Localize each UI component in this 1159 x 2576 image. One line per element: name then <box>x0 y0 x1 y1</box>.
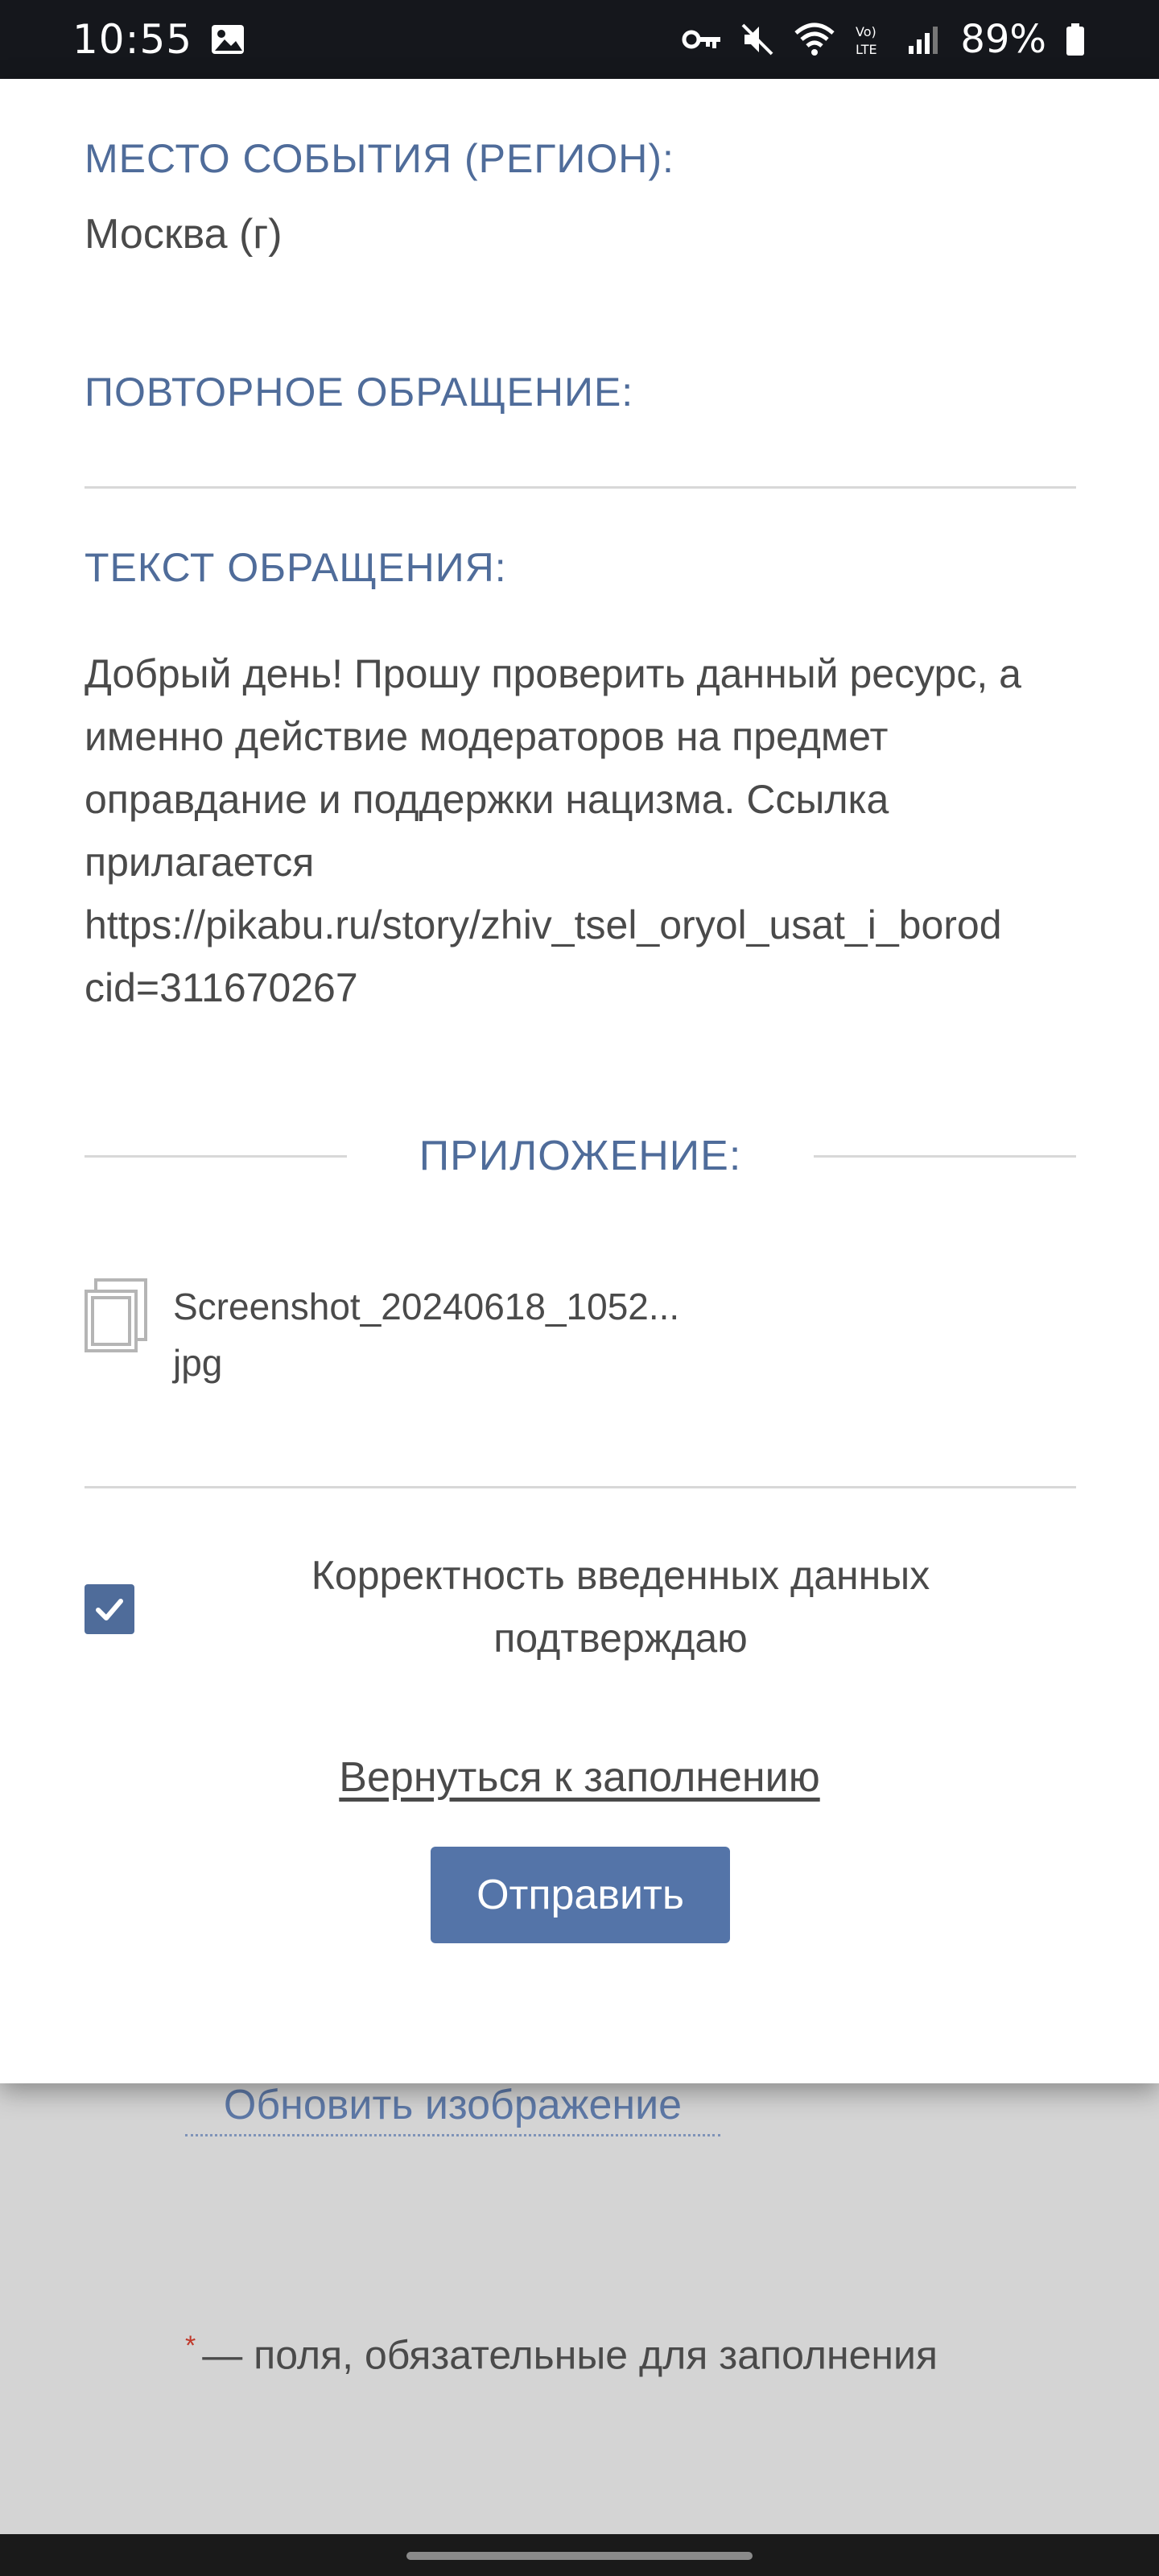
submit-button[interactable]: Отправить <box>431 1847 730 1943</box>
battery-icon <box>1064 22 1087 57</box>
checkmark-icon <box>96 1599 123 1620</box>
attachment-file[interactable]: Screenshot_20240618_1052... jpg <box>85 1278 679 1391</box>
appeal-text-line: https://pikabu.ru/story/zhiv_tsel_oryol_… <box>85 902 1002 947</box>
attachment-divider-left <box>85 1154 347 1158</box>
confirm-label-line: Корректность введенных данных <box>311 1553 930 1598</box>
appeal-text-line: прилагается <box>85 840 315 885</box>
confirm-label: Корректность введенных данных подтвержда… <box>165 1544 1076 1670</box>
confirm-label-line: подтверждаю <box>493 1616 748 1661</box>
appeal-confirmation-modal: МЕСТО СОБЫТИЯ (РЕГИОН): Москва (г) ПОВТО… <box>0 79 1159 2083</box>
attachment-divider-right <box>814 1154 1076 1158</box>
required-star: * <box>185 2330 196 2361</box>
appeal-text: Добрый день! Прошу проверить данный ресу… <box>85 642 1076 1019</box>
appeal-text-line: оправдание и поддержки нацизма. Ссылка <box>85 777 889 822</box>
back-to-edit-link[interactable]: Вернуться к заполнению <box>339 1754 819 1801</box>
region-label: МЕСТО СОБЫТИЯ (РЕГИОН): <box>85 136 674 181</box>
key-icon <box>682 27 722 52</box>
confirm-checkbox[interactable] <box>85 1584 134 1634</box>
appeal-text-line: Добрый день! Прошу проверить данный ресу… <box>85 651 1021 696</box>
refresh-image-link[interactable]: Обновить изображение <box>185 2081 720 2136</box>
region-value: Москва (г) <box>85 211 283 258</box>
status-bar: 10:55 Vo) LTE 89% <box>0 0 1159 79</box>
divider <box>85 1486 1076 1488</box>
battery-percent: 89% <box>960 17 1046 62</box>
repeat-appeal-label: ПОВТОРНОЕ ОБРАЩЕНИЕ: <box>85 369 634 415</box>
appeal-text-label: ТЕКСТ ОБРАЩЕНИЯ: <box>85 545 507 590</box>
attachment-filename: Screenshot_20240618_1052... jpg <box>173 1278 679 1391</box>
required-fields-note: * — поля, обязательные для заполнения <box>185 2330 938 2379</box>
attachment-filename-ext: jpg <box>173 1342 223 1384</box>
signal-icon <box>907 23 942 56</box>
appeal-text-line: именно действие модераторов на предмет <box>85 714 889 759</box>
volte-icon: Vo) LTE <box>854 22 889 57</box>
svg-text:Vo): Vo) <box>856 24 876 39</box>
svg-text:LTE: LTE <box>856 42 877 57</box>
appeal-text-line: cid=311670267 <box>85 965 358 1010</box>
home-gesture-handle[interactable] <box>406 2552 753 2560</box>
divider <box>85 486 1076 489</box>
required-note-text: — поля, обязательные для заполнения <box>202 2332 938 2378</box>
wifi-icon <box>793 22 836 57</box>
image-icon <box>210 23 245 56</box>
attachment-title: ПРИЛОЖЕНИЕ: <box>419 1133 742 1179</box>
mute-icon <box>740 22 775 57</box>
file-copy-icon <box>85 1278 149 1352</box>
back-to-edit-container: Вернуться к заполнению <box>0 1753 1159 1802</box>
confirm-row: Корректность введенных данных подтвержда… <box>85 1544 1076 1665</box>
attachment-filename-line: Screenshot_20240618_1052... <box>173 1286 680 1327</box>
clock: 10:55 <box>72 16 193 63</box>
attachment-header: ПРИЛОЖЕНИЕ: <box>85 1124 1076 1188</box>
